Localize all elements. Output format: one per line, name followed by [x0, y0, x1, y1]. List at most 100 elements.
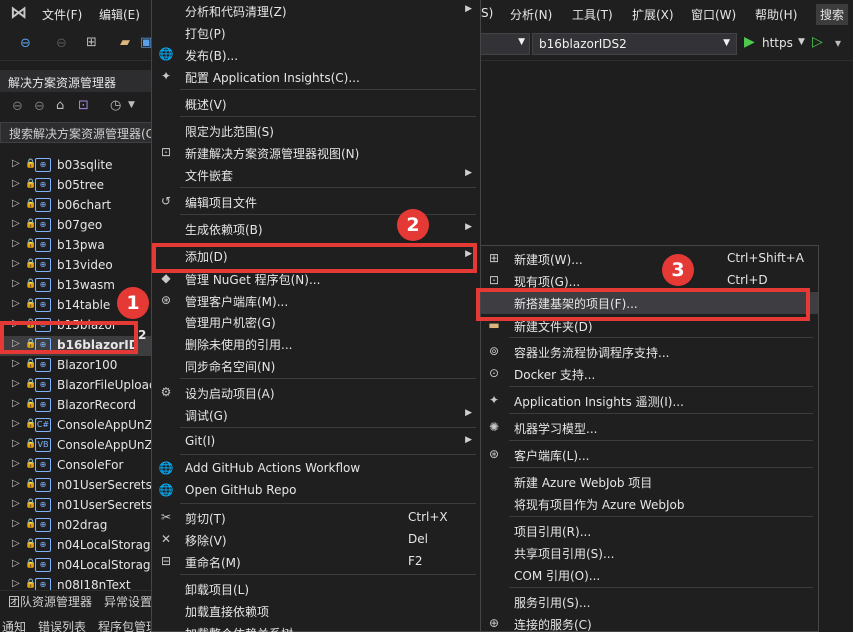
menu-window[interactable]: 窗口(W) — [691, 6, 736, 23]
menu-partial[interactable]: S) — [481, 6, 493, 20]
toolbar-more-icon[interactable]: ▾ — [835, 36, 841, 50]
submenu-item[interactable]: 项目引用(R)... — [481, 520, 818, 542]
context-menu-item[interactable]: ⚙ 设为启动项目(A) — [152, 382, 480, 404]
menu-file[interactable]: 文件(F) — [42, 6, 82, 23]
submenu-item[interactable]: COM 引用(O)... — [481, 564, 818, 586]
menu-extensions[interactable]: 扩展(X) — [632, 6, 674, 23]
expand-arrow-icon[interactable]: ▷ — [12, 358, 20, 369]
context-menu-item[interactable]: 🌐 发布(B)... — [152, 44, 480, 66]
tree-item[interactable]: ▷ 🔒 ⊕ n01UserSecretsC — [0, 496, 152, 516]
expand-arrow-icon[interactable]: ▷ — [12, 298, 20, 309]
expand-arrow-icon[interactable]: ▷ — [12, 558, 20, 569]
context-menu-item[interactable]: 打包(P) — [152, 22, 480, 44]
new-project-icon[interactable]: ⊞ — [86, 35, 97, 50]
context-menu-item[interactable]: 生成依赖项(B) ▶ — [152, 218, 480, 240]
tree-item[interactable]: ▷ 🔒 ⊕ ConsoleFor — [0, 456, 152, 476]
tree-item[interactable]: ▷ 🔒 VB ConsoleAppUnZ — [0, 436, 152, 456]
context-menu-item[interactable]: 分析和代码清理(Z) ▶ — [152, 0, 480, 22]
submenu-item[interactable]: 服务引用(S)... — [481, 591, 818, 613]
tree-item[interactable]: ▷ 🔒 C# ConsoleAppUnZ — [0, 416, 152, 436]
context-menu-item[interactable]: 🌐 Add GitHub Actions Workflow — [152, 458, 480, 480]
forward-icon[interactable]: ⊖ — [56, 36, 67, 51]
context-menu-item[interactable]: 管理用户机密(G) — [152, 311, 480, 333]
tree-item[interactable]: ▷ 🔒 ⊕ b05tree — [0, 176, 152, 196]
context-menu-item[interactable]: 加载直接依赖项 — [152, 600, 480, 622]
context-menu-item[interactable]: 限定为此范围(S) — [152, 120, 480, 142]
menu-analyze[interactable]: 分析(N) — [510, 6, 552, 23]
submenu-item[interactable]: ✺ 机器学习模型... — [481, 417, 818, 439]
submenu-item[interactable]: 将现有项目作为 Azure WebJob — [481, 493, 818, 515]
context-menu-item[interactable]: 删除未使用的引用... — [152, 333, 480, 355]
tree-item[interactable]: ▷ 🔒 ⊕ b07geo — [0, 216, 152, 236]
tree-item[interactable]: ▷ 🔒 ⊕ Blazor100 — [0, 356, 152, 376]
tab-team-explorer[interactable]: 团队资源管理器 — [8, 593, 92, 610]
context-menu-item[interactable]: ✂ 剪切(T) Ctrl+X — [152, 507, 480, 529]
run-icon[interactable]: ▶ — [744, 34, 755, 50]
search-box[interactable]: 搜索 — [816, 4, 849, 25]
context-menu-item[interactable]: ✕ 移除(V) Del — [152, 529, 480, 551]
tree-item[interactable]: ▷ 🔒 ⊕ b06chart — [0, 196, 152, 216]
tree-item[interactable]: ▷ 🔒 ⊕ b13video — [0, 256, 152, 276]
context-menu-item[interactable]: Git(I) ▶ — [152, 431, 480, 453]
menu-help[interactable]: 帮助(H) — [755, 6, 797, 23]
context-menu-item[interactable]: ⊡ 新建解决方案资源管理器视图(N) — [152, 142, 480, 164]
expand-arrow-icon[interactable]: ▷ — [12, 438, 20, 449]
expand-arrow-icon[interactable]: ▷ — [12, 198, 20, 209]
submenu-item[interactable]: ⊚ 容器业务流程协调程序支持... — [481, 341, 818, 363]
expand-arrow-icon[interactable]: ▷ — [12, 238, 20, 249]
submenu-item[interactable]: ⊛ 客户端库(L)... — [481, 444, 818, 466]
menu-edit[interactable]: 编辑(E) — [99, 6, 140, 23]
submenu-item[interactable]: ✦ Application Insights 遥测(I)... — [481, 390, 818, 412]
expand-arrow-icon[interactable]: ▷ — [12, 158, 20, 169]
expand-arrow-icon[interactable]: ▷ — [12, 258, 20, 269]
tree-item[interactable]: ▷ 🔒 ⊕ n04LocalStorage — [0, 536, 152, 556]
run-without-debug-icon[interactable]: ▷ — [812, 34, 823, 50]
context-menu-item[interactable]: 概述(V) — [152, 93, 480, 115]
context-menu-item[interactable]: 🌐 Open GitHub Repo — [152, 480, 480, 502]
context-menu-item[interactable]: ↺ 编辑项目文件 — [152, 191, 480, 213]
run-profile-label[interactable]: https — [762, 36, 793, 50]
tree-item[interactable]: ▷ 🔒 ⊕ BlazorFileUpload — [0, 376, 152, 396]
menu-tools[interactable]: 工具(T) — [572, 6, 613, 23]
context-menu-item[interactable]: 同步命名空间(N) — [152, 355, 480, 377]
back-icon[interactable]: ⊖ — [12, 99, 23, 114]
expand-arrow-icon[interactable]: ▷ — [12, 538, 20, 549]
config-combo[interactable]: ▼ — [480, 33, 530, 55]
switch-views-icon[interactable]: ⊡ — [78, 98, 89, 113]
context-menu-item[interactable]: 文件嵌套 ▶ — [152, 164, 480, 186]
open-folder-icon[interactable]: ▰ — [120, 35, 130, 50]
context-menu-item[interactable]: 卸载项目(L) — [152, 578, 480, 600]
tree-item[interactable]: ▷ 🔒 ⊕ b03sqlite — [0, 156, 152, 176]
submenu-item[interactable]: ⊞ 新建项(W)... Ctrl+Shift+A — [481, 248, 818, 270]
tab-notifications[interactable]: 通知 — [2, 618, 26, 632]
expand-arrow-icon[interactable]: ▷ — [12, 458, 20, 469]
startup-project-combo[interactable]: b16blazorIDS2 ▼ — [532, 33, 737, 55]
expand-arrow-icon[interactable]: ▷ — [12, 378, 20, 389]
tab-error-list[interactable]: 错误列表 — [38, 618, 86, 632]
submenu-item[interactable]: ⊙ Docker 支持... — [481, 363, 818, 385]
chevron-down-icon[interactable]: ▼ — [128, 100, 135, 110]
tree-item[interactable]: ▷ 🔒 ⊕ n01UserSecrets — [0, 476, 152, 496]
forward-icon[interactable]: ⊖ — [34, 99, 45, 114]
history-icon[interactable]: ◷ — [110, 98, 121, 113]
expand-arrow-icon[interactable]: ▷ — [12, 218, 20, 229]
expand-arrow-icon[interactable]: ▷ — [12, 178, 20, 189]
chevron-down-icon[interactable]: ▼ — [798, 37, 805, 47]
solution-search-input[interactable]: 搜索解决方案资源管理器(C — [0, 122, 152, 143]
submenu-item[interactable]: 新建 Azure WebJob 项目 — [481, 471, 818, 493]
context-menu-item[interactable]: ⊛ 管理客户端库(M)... — [152, 290, 480, 312]
submenu-item[interactable]: ⊕ 连接的服务(C) — [481, 613, 818, 632]
context-menu-item[interactable]: ✦ 配置 Application Insights(C)... — [152, 66, 480, 88]
expand-arrow-icon[interactable]: ▷ — [12, 498, 20, 509]
back-icon[interactable]: ⊖ — [20, 36, 31, 51]
context-menu-item[interactable]: 加载整个依赖关系树 — [152, 622, 480, 632]
expand-arrow-icon[interactable]: ▷ — [12, 278, 20, 289]
tree-item[interactable]: ▷ 🔒 ⊕ n02drag — [0, 516, 152, 536]
context-menu-item[interactable]: ⊟ 重命名(M) F2 — [152, 551, 480, 573]
tree-item[interactable]: ▷ 🔒 ⊕ BlazorRecord — [0, 396, 152, 416]
tree-item[interactable]: ▷ 🔒 ⊕ n04LocalStorage — [0, 556, 152, 576]
expand-arrow-icon[interactable]: ▷ — [12, 518, 20, 529]
home-icon[interactable]: ⌂ — [56, 98, 64, 113]
expand-arrow-icon[interactable]: ▷ — [12, 418, 20, 429]
expand-arrow-icon[interactable]: ▷ — [12, 398, 20, 409]
